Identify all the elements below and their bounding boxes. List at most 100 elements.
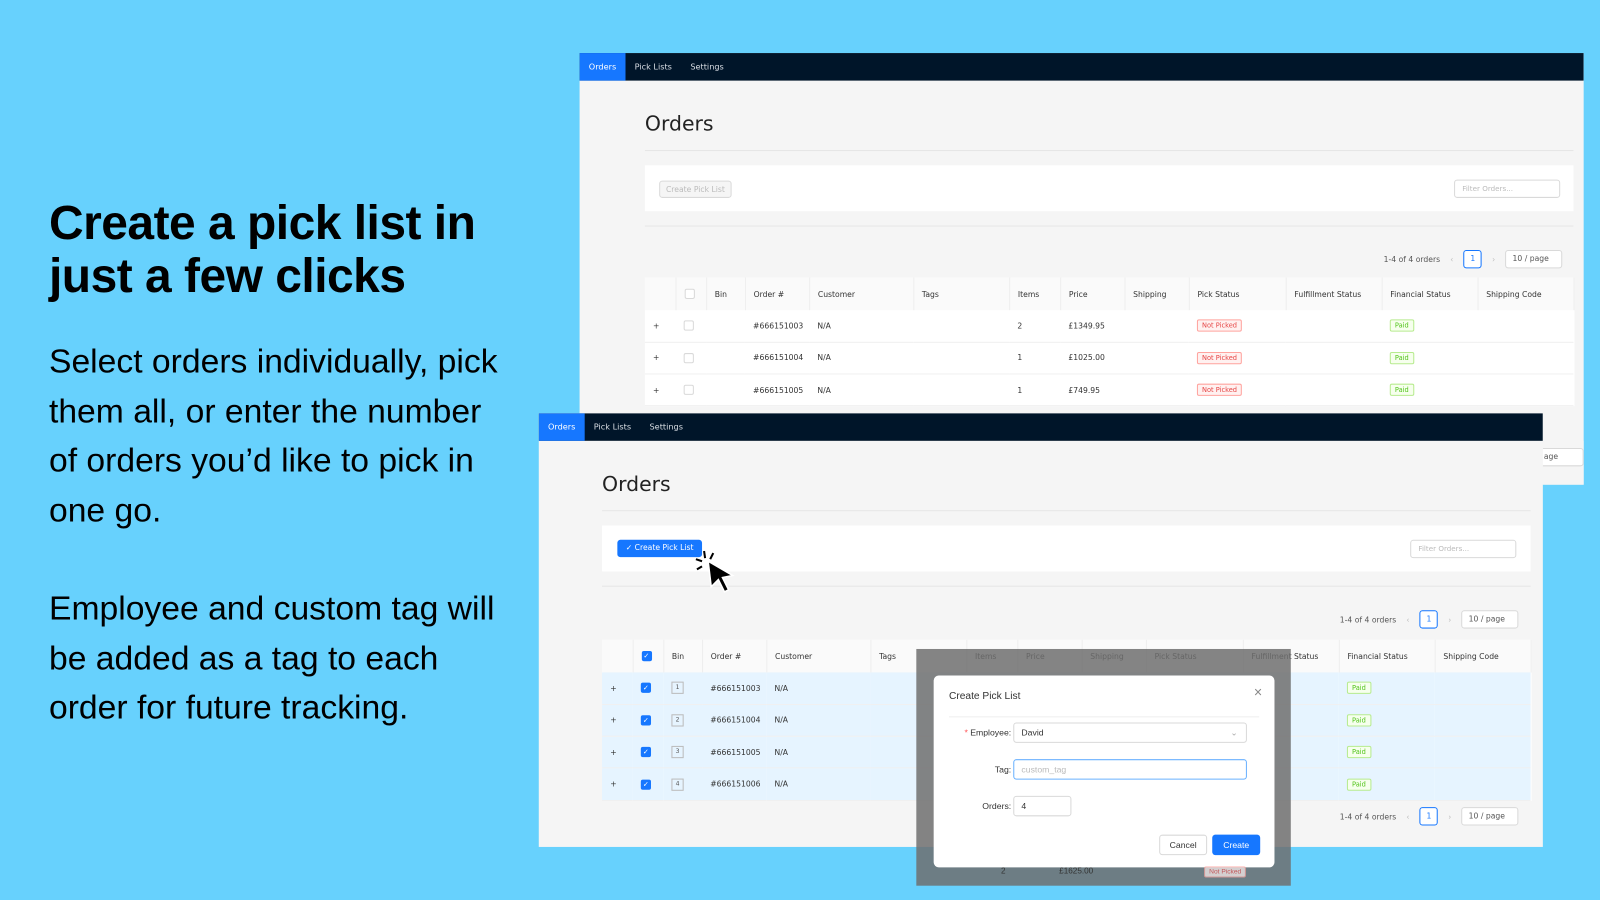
orders-label: Orders: bbox=[982, 801, 1012, 812]
cancel-button[interactable]: Cancel bbox=[1159, 834, 1208, 856]
next-page-icon[interactable]: › bbox=[1492, 255, 1495, 264]
table-header: Bin Order # Customer Tags Items Price Shipping… bbox=[644, 277, 1574, 311]
financial-status-badge: Paid bbox=[1346, 714, 1371, 727]
tab-pick-lists[interactable]: Pick Lists bbox=[585, 413, 641, 441]
tab-settings[interactable]: Settings bbox=[640, 413, 692, 441]
column-header: Tags bbox=[913, 277, 1010, 311]
tag-label: Tag: bbox=[994, 764, 1012, 775]
column-header: Bin bbox=[663, 639, 703, 673]
next-page-icon[interactable]: › bbox=[1448, 812, 1451, 821]
column-header: Fulfillment Status bbox=[1285, 277, 1383, 311]
expand-row-icon[interactable]: + bbox=[653, 354, 659, 363]
bin-number: 4 bbox=[671, 778, 684, 791]
prev-page-icon[interactable]: ‹ bbox=[1406, 615, 1409, 624]
page-1-button[interactable]: 1 bbox=[1419, 610, 1439, 629]
column-header: Order # bbox=[744, 277, 810, 311]
column-header bbox=[644, 277, 677, 311]
hero-paragraph-1: Select orders individually, pick them al… bbox=[48, 341, 498, 529]
create-pick-list-button[interactable]: Create Pick List bbox=[659, 180, 732, 198]
column-header: Price bbox=[1060, 277, 1125, 311]
hero-text: Create a pick list in just a few clicks … bbox=[48, 195, 518, 732]
close-icon[interactable]: × bbox=[1254, 684, 1262, 700]
customer: N/A bbox=[774, 747, 789, 757]
pagination-count: 1-4 of 4 orders bbox=[1383, 254, 1441, 264]
column-header: Pick Status bbox=[1188, 277, 1287, 311]
behind-row-items: 2 bbox=[1001, 866, 1006, 876]
prev-page-icon[interactable]: ‹ bbox=[1406, 812, 1409, 821]
row-checkbox[interactable] bbox=[683, 352, 694, 364]
page-1-button[interactable]: 1 bbox=[1463, 249, 1482, 269]
chevron-down-icon: ⌄ bbox=[1230, 727, 1238, 738]
column-header: Financial Status bbox=[1381, 277, 1479, 311]
column-header: Shipping bbox=[1124, 277, 1190, 311]
bin-number: 2 bbox=[671, 714, 684, 727]
column-header[interactable] bbox=[675, 277, 707, 311]
pick-status-badge: Not Picked bbox=[1196, 319, 1243, 333]
employee-label: * Employee: bbox=[964, 727, 1012, 738]
row-checkbox[interactable]: ✓ bbox=[640, 683, 652, 694]
financial-status-badge: Paid bbox=[1389, 383, 1414, 397]
prev-page-icon[interactable]: ‹ bbox=[1450, 255, 1453, 264]
customer: N/A bbox=[817, 385, 831, 395]
financial-status-badge: Paid bbox=[1346, 682, 1371, 695]
tab-orders[interactable]: Orders bbox=[579, 53, 626, 81]
create-button[interactable]: Create bbox=[1212, 834, 1261, 856]
items: 1 bbox=[1017, 353, 1023, 363]
order-number: #666151005 bbox=[710, 747, 761, 757]
filter-orders-input[interactable]: Filter Orders... bbox=[1410, 539, 1517, 559]
customer: N/A bbox=[817, 321, 831, 331]
expand-row-icon[interactable]: + bbox=[653, 385, 659, 394]
orders-input[interactable]: 4 bbox=[1013, 795, 1072, 817]
expand-row-icon[interactable]: + bbox=[610, 716, 616, 725]
behind-row-pick-status: Not Picked bbox=[1204, 866, 1247, 878]
column-header: Shipping Code bbox=[1434, 639, 1532, 673]
column-header[interactable]: ✓ bbox=[632, 639, 664, 673]
price: £749.95 bbox=[1068, 385, 1101, 395]
customer: N/A bbox=[817, 353, 831, 363]
financial-status-badge: Paid bbox=[1346, 778, 1371, 791]
expand-row-icon[interactable]: + bbox=[653, 321, 659, 330]
next-page-icon[interactable]: › bbox=[1448, 615, 1451, 624]
pagination: 1-4 of 4 orders ‹ 1 › 10 / page bbox=[1340, 610, 1519, 629]
expand-row-icon[interactable]: + bbox=[610, 748, 616, 757]
select-all-checkbox[interactable]: ✓ bbox=[641, 651, 652, 662]
filter-orders-input[interactable]: Filter Orders... bbox=[1454, 179, 1561, 198]
tab-orders[interactable]: Orders bbox=[538, 413, 585, 441]
customer: N/A bbox=[774, 715, 789, 725]
bin-number: 3 bbox=[671, 746, 684, 759]
table-row: + #666151005 N/A 1 £749.95 Not Picked Paid bbox=[644, 374, 1574, 407]
page-1-button[interactable]: 1 bbox=[1419, 807, 1439, 826]
expand-row-icon[interactable]: + bbox=[610, 684, 616, 693]
row-checkbox[interactable]: ✓ bbox=[640, 779, 652, 790]
page-size-select[interactable]: 10 / page bbox=[1461, 610, 1519, 629]
tab-pick-lists[interactable]: Pick Lists bbox=[625, 53, 681, 81]
top-nav: Orders Pick Lists Settings bbox=[538, 413, 1543, 441]
row-checkbox[interactable] bbox=[683, 384, 694, 396]
row-checkbox[interactable] bbox=[683, 320, 694, 332]
panel-1-sliver: age bbox=[1542, 440, 1584, 485]
customer: N/A bbox=[774, 779, 789, 789]
column-header: Items bbox=[1009, 277, 1061, 311]
column-header: Order # bbox=[702, 639, 767, 673]
order-number: #666151003 bbox=[753, 321, 804, 331]
page-size-select[interactable]: 10 / page bbox=[1461, 807, 1519, 826]
tag-input[interactable]: custom_tag bbox=[1013, 759, 1247, 780]
column-header: Bin bbox=[706, 277, 746, 311]
pagination: 1-4 of 4 orders ‹ 1 › 10 / page bbox=[1383, 249, 1563, 269]
tab-settings[interactable]: Settings bbox=[681, 53, 733, 81]
employee-select[interactable]: David ⌄ bbox=[1013, 722, 1247, 743]
create-pick-list-button[interactable]: ✓ Create Pick List bbox=[617, 539, 703, 558]
page-size-select[interactable]: age bbox=[1542, 447, 1584, 467]
expand-row-icon[interactable]: + bbox=[610, 780, 616, 789]
hero-paragraph-2: Employee and custom tag will be added as… bbox=[48, 588, 495, 726]
row-checkbox[interactable]: ✓ bbox=[640, 747, 652, 758]
select-all-checkbox[interactable] bbox=[684, 288, 695, 299]
page-size-select[interactable]: 10 / page bbox=[1505, 249, 1563, 269]
column-header bbox=[602, 639, 634, 673]
pagination-bottom: 1-4 of 4 orders ‹ 1 › 10 / page bbox=[1340, 807, 1519, 826]
toolbar: ✓ Create Pick List Filter Orders... bbox=[602, 525, 1531, 572]
row-checkbox[interactable]: ✓ bbox=[640, 715, 652, 726]
column-header: Shipping Code bbox=[1477, 277, 1574, 311]
order-number: #666151006 bbox=[710, 779, 761, 789]
pick-status-badge: Not Picked bbox=[1196, 383, 1243, 397]
